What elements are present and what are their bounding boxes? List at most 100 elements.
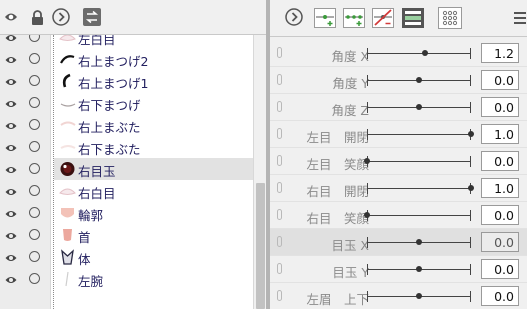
slider-knob[interactable] — [468, 131, 474, 137]
parameter-row[interactable]: 左眉 上下 0.0 — [270, 283, 527, 309]
lock-toggle[interactable] — [29, 97, 40, 108]
lock-toggle[interactable] — [29, 119, 40, 130]
parameter-slider[interactable] — [367, 291, 471, 302]
layer-row[interactable]: 体 — [0, 246, 253, 268]
grid-icon[interactable] — [438, 7, 462, 29]
lock-toggle[interactable] — [29, 75, 40, 86]
slider-knob[interactable] — [416, 266, 422, 272]
layer-name-box[interactable]: 右上まぶた — [54, 114, 253, 136]
view-icon[interactable] — [402, 8, 424, 28]
layer-name-box[interactable]: 右下まつげ — [54, 92, 253, 114]
lock-toggle[interactable] — [29, 207, 40, 218]
pin-icon[interactable] — [277, 101, 282, 112]
pin-icon[interactable] — [277, 74, 282, 85]
parameter-slider[interactable] — [367, 183, 474, 194]
layer-name-box[interactable]: 右上まつげ1 — [54, 70, 253, 92]
eye-icon[interactable] — [5, 54, 17, 64]
parameter-value[interactable]: 0.0 — [481, 286, 519, 306]
parameter-value[interactable]: 1.0 — [481, 124, 519, 144]
menu-icon[interactable] — [514, 11, 526, 25]
add-key-icon[interactable] — [314, 8, 336, 28]
parameter-value[interactable]: 0.0 — [481, 232, 519, 252]
layer-name-box[interactable]: 輪郭 — [54, 202, 253, 224]
lock-toggle[interactable] — [29, 273, 40, 284]
parameter-value[interactable]: 0.0 — [481, 97, 519, 117]
parameter-row[interactable]: 左目 笑顔 0.0 — [270, 148, 527, 175]
slider-knob[interactable] — [364, 158, 370, 164]
slider-knob[interactable] — [422, 50, 429, 56]
parameter-value[interactable]: 1.0 — [481, 178, 519, 198]
slider-knob[interactable] — [416, 293, 422, 299]
slider-knob[interactable] — [468, 185, 474, 191]
layer-row[interactable]: 輪郭 — [0, 202, 253, 224]
parameter-value[interactable]: 0.0 — [481, 259, 519, 279]
slider-knob[interactable] — [364, 212, 370, 218]
layer-name-box[interactable]: 左腕 — [54, 268, 253, 290]
eye-icon[interactable] — [5, 186, 17, 196]
eye-icon[interactable] — [5, 252, 17, 262]
eye-icon[interactable] — [5, 230, 17, 240]
parameter-row[interactable]: 角度 X 1.2 — [270, 40, 527, 67]
lock-toggle[interactable] — [29, 185, 40, 196]
chevron-right-icon[interactable] — [52, 8, 70, 26]
layer-name-box[interactable]: 右下まぶた — [54, 136, 253, 158]
layer-name-box[interactable]: 右目玉 — [54, 158, 253, 180]
pin-icon[interactable] — [277, 290, 282, 301]
layer-name-box[interactable]: 右白目 — [54, 180, 253, 202]
parameter-slider[interactable] — [364, 156, 471, 167]
eye-icon[interactable] — [5, 208, 17, 218]
layer-row[interactable]: 右目玉 — [0, 158, 253, 180]
parameter-value[interactable]: 0.0 — [481, 205, 519, 225]
layer-row[interactable]: 首 — [0, 224, 253, 246]
layer-name-box[interactable]: 右上まつげ2 — [54, 48, 253, 70]
layer-row[interactable]: 右上まつげ1 — [0, 70, 253, 92]
slider-knob[interactable] — [416, 104, 422, 110]
eye-icon[interactable] — [5, 142, 17, 152]
parameter-slider[interactable] — [367, 237, 471, 248]
pin-icon[interactable] — [277, 263, 282, 274]
parameter-row[interactable]: 右目 開閉 1.0 — [270, 175, 527, 202]
parameter-value[interactable]: 0.0 — [481, 151, 519, 171]
parameter-slider[interactable] — [367, 102, 471, 113]
parameter-value[interactable]: 0.0 — [481, 70, 519, 90]
parameter-row[interactable]: 目玉 Y 0.0 — [270, 256, 527, 283]
layer-row[interactable]: 左腕 — [0, 268, 253, 290]
eye-icon[interactable] — [5, 120, 17, 130]
parameter-row[interactable]: 目玉 X 0.0 — [270, 229, 527, 256]
chevron-right-icon[interactable] — [285, 8, 305, 28]
pin-icon[interactable] — [277, 236, 282, 247]
layer-row[interactable]: 右下まつげ — [0, 92, 253, 114]
lock-toggle[interactable] — [29, 251, 40, 262]
layer-scrollbar[interactable] — [253, 35, 266, 309]
layer-row[interactable]: 右白目 — [0, 180, 253, 202]
add-keys-icon[interactable] — [343, 8, 365, 28]
pin-icon[interactable] — [277, 209, 282, 220]
swap-icon[interactable] — [82, 7, 102, 27]
parameter-slider[interactable] — [367, 264, 471, 275]
lock-toggle[interactable] — [29, 163, 40, 174]
layer-row[interactable]: 右上まつげ2 — [0, 48, 253, 70]
layer-name-box[interactable]: 体 — [54, 246, 253, 268]
eye-icon[interactable] — [5, 164, 17, 174]
parameter-value[interactable]: 1.2 — [481, 43, 519, 63]
lock-toggle[interactable] — [29, 141, 40, 152]
layer-name-box[interactable]: 首 — [54, 224, 253, 246]
lock-toggle[interactable] — [29, 229, 40, 240]
slider-knob[interactable] — [416, 77, 422, 83]
eye-icon[interactable] — [5, 76, 17, 86]
layer-row[interactable]: 右上まぶた — [0, 114, 253, 136]
parameter-row[interactable]: 角度 Y 0.0 — [270, 67, 527, 94]
parameter-slider[interactable] — [367, 48, 471, 59]
eye-icon[interactable] — [5, 274, 17, 284]
parameter-row[interactable]: 左目 開閉 1.0 — [270, 121, 527, 148]
parameter-row[interactable]: 右目 笑顔 0.0 — [270, 202, 527, 229]
parameter-slider[interactable] — [367, 75, 471, 86]
delete-key-icon[interactable] — [372, 8, 394, 28]
parameter-slider[interactable] — [367, 129, 474, 140]
parameter-row[interactable]: 角度 Z 0.0 — [270, 94, 527, 121]
eye-icon[interactable] — [5, 98, 17, 108]
slider-knob[interactable] — [416, 239, 422, 245]
layer-scrollbar-thumb[interactable] — [256, 183, 265, 309]
pin-icon[interactable] — [277, 47, 282, 58]
eye-icon[interactable] — [4, 10, 18, 24]
